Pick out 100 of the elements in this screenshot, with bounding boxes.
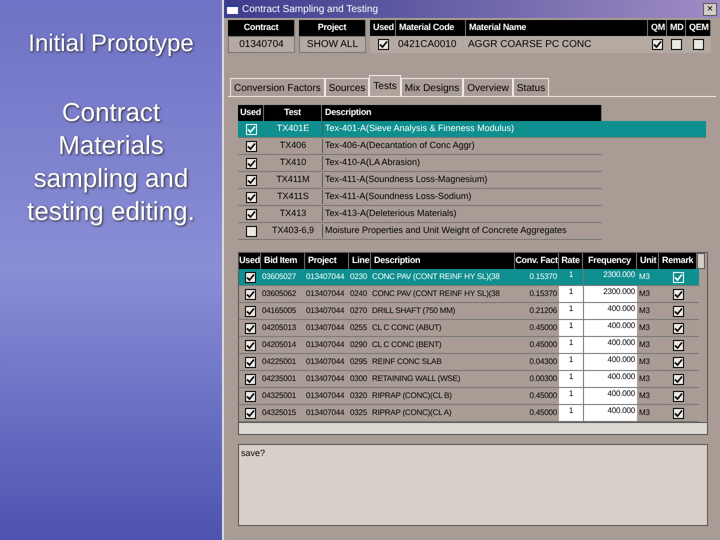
rate-field[interactable]: 1 [559, 371, 583, 387]
table-cell-text: M3 [638, 356, 651, 368]
column-header: Rate [559, 253, 583, 269]
checkbox[interactable] [246, 158, 256, 168]
table-cell-text: 0300 [349, 373, 368, 385]
close-button[interactable]: × [703, 2, 717, 16]
rate-field[interactable]: 1 [559, 269, 583, 285]
table-cell: Tex-413-A(Deleterious Materials) [322, 207, 602, 221]
tab[interactable]: Conversion Factors [230, 78, 325, 96]
checkbox[interactable] [244, 340, 256, 350]
frequency-field[interactable]: 400.000 [583, 388, 637, 404]
table-row[interactable]: 03605027 013407044 0230 CONC PAV (CONT REINF HY SL)(38 0.15370 1 2300.000 M3 [239, 269, 699, 286]
rate-field[interactable]: 1 [559, 286, 583, 302]
horizontal-scrollbar[interactable] [239, 422, 707, 434]
checkbox[interactable] [672, 356, 684, 368]
tab[interactable]: Status [512, 78, 550, 96]
table-cell-text: 0.15370 [528, 271, 558, 283]
checkbox[interactable] [672, 288, 684, 300]
table-cell-text: 013407044 [305, 373, 346, 385]
table-cell-text: REINF CONC SLAB [371, 356, 442, 368]
table-cell-text: 03605062 [261, 288, 297, 300]
table-row[interactable]: 04205013 013407044 0255 CL C CONC (ABUT) 0.45000 1 400.000 M3 [239, 320, 699, 337]
checkbox[interactable] [378, 39, 388, 50]
check-icon [378, 40, 388, 49]
table-cell-text: TX406 [278, 139, 308, 152]
table-cell-text: 0290 [349, 339, 368, 351]
table-cell-text: TX403-6,9 [270, 224, 316, 238]
frequency-field[interactable]: 2300.000 [583, 286, 637, 302]
checkbox[interactable] [693, 39, 704, 50]
checkbox[interactable] [244, 288, 256, 300]
rate-field[interactable]: 1 [559, 388, 583, 404]
table-row[interactable]: TX413 Tex-413-A(Deleterious Materials) [238, 206, 602, 223]
remarks-field[interactable]: save? [238, 444, 708, 526]
table-row[interactable]: TX401E Tex-401-A(Sieve Analysis & Fineness Modulus) [238, 121, 706, 138]
table-cell-text: AGGR COARSE PC CONC [467, 38, 592, 52]
table-cell: Moisture Properties and Unit Weight of Concrete Aggregates [322, 224, 602, 238]
frequency-field[interactable]: 400.000 [583, 337, 637, 353]
table-row[interactable]: TX406 Tex-406-A(Decantation of Conc Aggr) [238, 138, 602, 155]
column-header: Line [349, 253, 371, 269]
checkbox[interactable] [672, 340, 684, 350]
table-cell-text: 013407044 [305, 322, 346, 334]
rate-field[interactable]: 1 [559, 337, 583, 353]
frequency-field[interactable]: 400.000 [583, 371, 637, 387]
table-row[interactable]: 03605062 013407044 0240 CONC PAV (CONT REINF HY SL)(38 0.15370 1 2300.000 M3 [239, 286, 699, 303]
rate-field[interactable]: 1 [559, 303, 583, 319]
checkbox[interactable] [246, 192, 256, 202]
table-cell-text: CONC PAV (CONT REINF HY SL)(38 [371, 271, 501, 283]
table-row[interactable]: 04205014 013407044 0290 CL C CONC (BENT) 0.45000 1 400.000 M3 [239, 337, 699, 354]
tab[interactable]: Overview [463, 78, 513, 96]
table-row[interactable]: 04165005 013407044 0270 DRILL SHAFT (750 MM) 0.21206 1 400.000 M3 [239, 303, 699, 320]
checkbox[interactable] [672, 408, 684, 418]
checkbox[interactable] [672, 390, 684, 402]
checkbox[interactable] [246, 174, 256, 186]
column-header: Project [305, 253, 349, 269]
table-cell-text: 013407044 [305, 407, 346, 419]
tab[interactable]: Sources [324, 78, 370, 96]
table-row[interactable]: TX411S Tex-411-A(Soundness Loss-Sodium) [238, 189, 602, 206]
table-row[interactable]: TX403-6,9 Moisture Properties and Unit Weight of Concrete Aggregates [238, 223, 602, 240]
window-icon [227, 4, 238, 14]
checkbox[interactable] [672, 374, 684, 384]
frequency-field[interactable]: 400.000 [583, 320, 637, 336]
table-row[interactable]: TX411M Tex-411-A(Soundness Loss-Magnesium) [238, 172, 602, 189]
tab[interactable]: Tests [369, 75, 401, 96]
table-cell-text: 0.15370 [528, 288, 558, 300]
table-cell-text: TX401E [276, 122, 310, 136]
table-row[interactable]: 04325001 013407044 0320 RIPRAP (CONC)(CL B) 0.45000 1 400.000 M3 [239, 388, 699, 405]
checkbox[interactable] [246, 140, 256, 152]
checkbox[interactable] [244, 408, 256, 418]
checkbox[interactable] [244, 356, 256, 368]
checkbox[interactable] [672, 306, 684, 316]
table-row[interactable]: TX410 Tex-410-A(LA Abrasion) [238, 155, 602, 172]
checkbox[interactable] [244, 322, 256, 334]
contract-field[interactable]: 01340704 [228, 36, 295, 53]
checkbox[interactable] [244, 272, 256, 282]
frequency-field[interactable]: 400.000 [583, 405, 637, 421]
frequency-field[interactable]: 400.000 [583, 354, 637, 370]
frequency-field[interactable]: 400.000 [583, 303, 637, 319]
scroll-up-button[interactable] [697, 253, 705, 269]
checkbox[interactable] [672, 322, 684, 334]
rate-field[interactable]: 1 [559, 354, 583, 370]
table-cell-text: 0.45000 [528, 390, 558, 402]
checkbox[interactable] [244, 390, 256, 402]
table-row[interactable]: 04235001 013407044 0300 RETAINING WALL (WSE) 0.00300 1 400.000 M3 [239, 371, 699, 388]
checkbox[interactable] [652, 39, 663, 50]
checkbox[interactable] [671, 39, 682, 50]
checkbox[interactable] [246, 226, 256, 236]
table-cell-text: DRILL SHAFT (750 MM) [371, 305, 456, 317]
rate-field[interactable]: 1 [559, 320, 583, 336]
table-cell-text: M3 [638, 373, 651, 385]
table-cell-text: M3 [638, 305, 651, 317]
tab[interactable]: Mix Designs [400, 78, 464, 96]
checkbox[interactable] [246, 208, 256, 220]
table-row[interactable]: 04225001 013407044 0295 REINF CONC SLAB 0.04300 1 400.000 M3 [239, 354, 699, 371]
project-field[interactable]: SHOW ALL [299, 36, 366, 53]
frequency-field[interactable]: 2300.000 [583, 269, 637, 285]
table-cell-text: 0.21206 [528, 305, 558, 317]
column-header: Material Name [466, 20, 648, 36]
checkbox[interactable] [244, 374, 256, 384]
rate-field[interactable]: 1 [559, 405, 583, 421]
checkbox[interactable] [244, 306, 256, 316]
